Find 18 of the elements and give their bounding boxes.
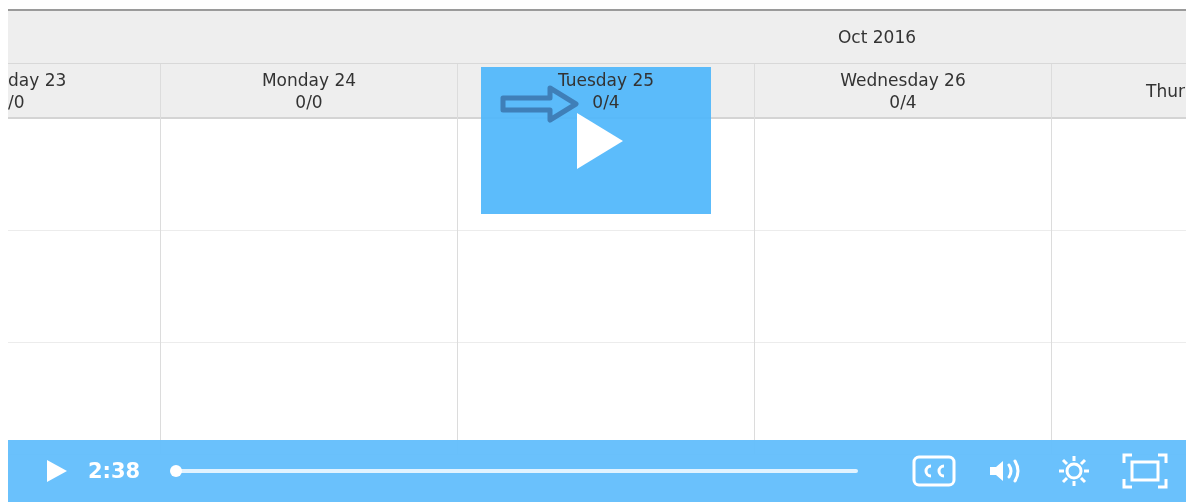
day-label: Tuesday 25: [557, 68, 655, 91]
play-overlay-button[interactable]: [481, 67, 711, 214]
day-label: Monday 24: [261, 68, 357, 91]
fullscreen-icon[interactable]: [1122, 453, 1168, 489]
month-label: Oct 2016: [837, 27, 917, 47]
day-count: 0/4: [592, 90, 620, 113]
day-count: /0: [8, 90, 25, 113]
settings-icon[interactable]: [1058, 455, 1090, 487]
day-count: 0/0: [295, 90, 323, 113]
play-icon[interactable]: [46, 459, 68, 483]
time-label: 2:38: [88, 459, 141, 483]
captions-icon[interactable]: [912, 455, 956, 487]
day-label: day 23: [8, 68, 67, 91]
day-label: Wednesday 26: [840, 68, 966, 91]
progress-thumb[interactable]: [170, 465, 183, 477]
day-label: Thur: [1146, 79, 1185, 102]
play-icon: [575, 110, 625, 171]
day-count: 0/4: [889, 90, 917, 113]
